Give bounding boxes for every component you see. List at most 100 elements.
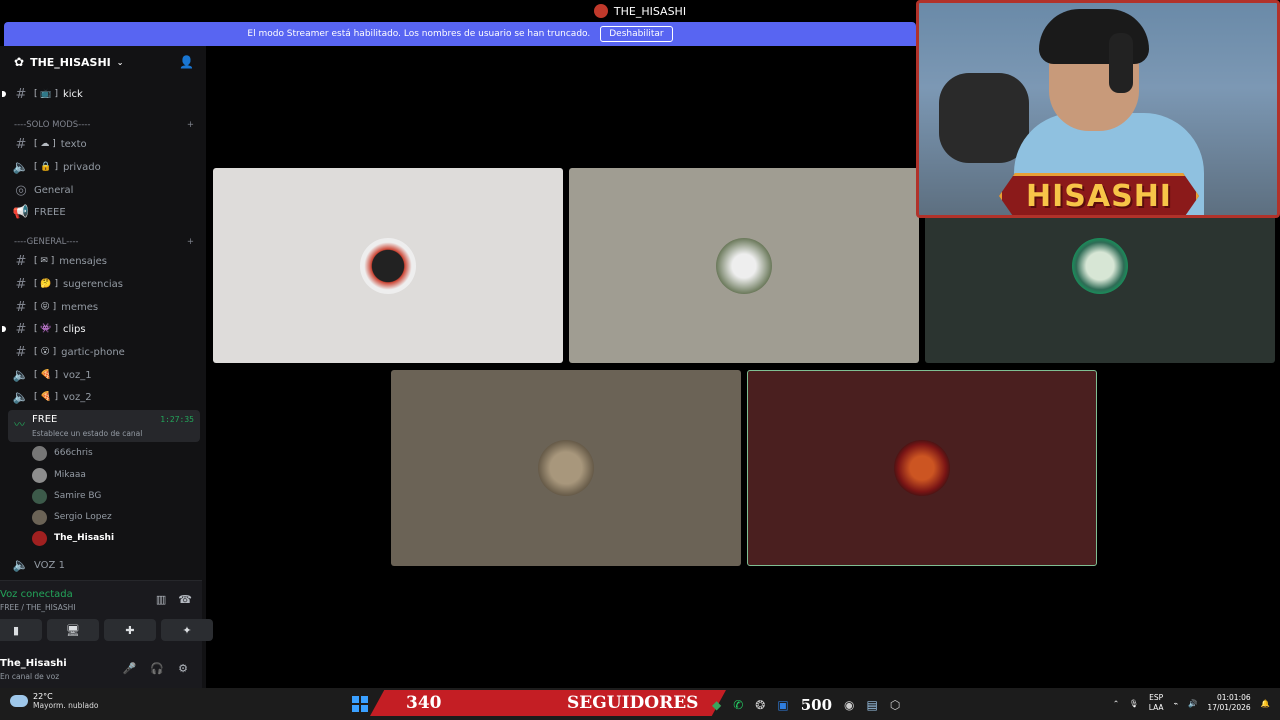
channel-label: voz_1 <box>62 369 92 381</box>
voice-connected-location: FREE / THE_HISASHI <box>0 603 76 612</box>
temperature: 22°C <box>33 692 53 701</box>
active-voice-channel[interactable]: 〰 FREE Establece un estado de canal 1:27… <box>8 410 200 442</box>
microphone-icon[interactable]: 🎤 <box>123 662 137 675</box>
clock-date: 17/01/2026 <box>1207 703 1251 712</box>
headset <box>1109 33 1133 93</box>
whatsapp-icon[interactable]: ✆ <box>733 698 743 712</box>
mic-tray-icon[interactable]: 🎙 <box>1129 699 1139 708</box>
participant-tile-speaking[interactable] <box>747 370 1097 566</box>
add-channel-icon[interactable]: + <box>187 237 194 247</box>
voice-user[interactable]: The_Hisashi <box>32 529 114 547</box>
channel-voz-2[interactable]: 🔈 [ 🍕 ] voz_2 <box>12 387 202 407</box>
channel-mensajes[interactable]: # [ ✉ ] mensajes <box>12 251 202 271</box>
channel-clips[interactable]: # [ 👾 ] clips <box>2 319 202 339</box>
avatar <box>32 445 47 461</box>
stage-icon: ◎ <box>15 182 27 198</box>
server-icon <box>593 4 608 18</box>
channel-status-prompt[interactable]: Establece un estado de canal <box>32 429 142 438</box>
soundboard-button[interactable]: ✦ <box>161 619 213 641</box>
user-panel: The_Hisashi En canal de voz 🎤 🎧 ⚙ <box>0 650 202 688</box>
participant-tile[interactable] <box>569 168 919 363</box>
category-solo-mods[interactable]: ----SOLO MODS---- + <box>14 120 194 130</box>
streamer-mode-message: El modo Streamer está habilitado. Los no… <box>247 29 591 39</box>
chatgpt-icon[interactable]: ❂ <box>755 698 765 712</box>
channel-general-voice[interactable]: ◎ General <box>12 180 202 200</box>
volume-icon[interactable]: 🔊 <box>1188 699 1197 708</box>
followers-count: 340 <box>406 693 442 713</box>
clock[interactable]: 01:01:06 17/01/2026 <box>1207 693 1250 713</box>
headphones-icon[interactable]: 🎧 <box>150 662 164 675</box>
add-channel-icon[interactable]: + <box>187 120 194 130</box>
channel-gartic-phone[interactable]: # [ 😮 ] gartic-phone <box>12 342 202 362</box>
channel-kick[interactable]: # [ 📺 ] kick <box>2 84 202 104</box>
channel-texto[interactable]: # [ ☁ ] texto <box>12 134 202 154</box>
voice-user[interactable]: Samire BG <box>32 487 101 505</box>
screen-share-icon: 🖥 <box>66 623 80 637</box>
outlook-icon[interactable]: ▣ <box>777 698 788 712</box>
camera-button[interactable]: ▮ <box>0 619 42 641</box>
chevron-up-icon[interactable]: ⌃ <box>1113 699 1119 708</box>
server-gear-icon: ✿ <box>14 55 25 69</box>
voice-user-name: The_Hisashi <box>54 533 115 543</box>
channel-label: voz_2 <box>62 391 92 403</box>
noise-suppression-icon[interactable]: ▥ <box>156 593 166 606</box>
channel-emoji: [ 😮 ] <box>34 347 57 357</box>
channel-label: FREEE <box>34 206 66 218</box>
voice-timer: 1:27:35 <box>160 415 194 424</box>
activities-button[interactable]: ✚ <box>104 619 156 641</box>
channel-memes[interactable]: # [ 😝 ] memes <box>12 297 202 317</box>
activities-icon: ✚ <box>125 623 135 637</box>
voice-user[interactable]: Mikaaa <box>32 466 86 484</box>
streamer-name-banner: HISASHI <box>999 173 1199 215</box>
avatar <box>360 237 416 294</box>
speaker-icon: 🔈 <box>12 159 30 175</box>
channel-emoji: [ 🍕 ] <box>34 370 58 380</box>
weather-widget[interactable]: 22°C Mayorm. nublado <box>10 692 98 710</box>
settings-gear-icon[interactable]: ⚙ <box>178 662 188 675</box>
channel-label: sugerencias <box>62 278 123 290</box>
channel-emoji: [ ✉ ] <box>34 256 55 266</box>
voice-user-name: Samire BG <box>54 491 102 501</box>
channel-privado[interactable]: 🔈 [ 🔒 ] privado <box>12 157 202 177</box>
invite-user-icon[interactable]: 👤 <box>179 55 194 69</box>
server-header[interactable]: ✿ THE_HISASHI ⌄ 👤 <box>0 46 206 78</box>
disable-streamer-mode-button[interactable]: Deshabilitar <box>600 26 673 42</box>
text-channel-icon: # <box>15 253 27 269</box>
webcam-overlay: HISASHI <box>916 0 1280 218</box>
channel-sugerencias[interactable]: # [ 🤔 ] sugerencias <box>12 274 202 294</box>
voice-connected-label: Voz conectada <box>0 589 73 600</box>
avatar <box>32 467 47 483</box>
channel-voz-1[interactable]: 🔈 [ 🍕 ] voz_1 <box>12 365 202 385</box>
voice-user-name: Mikaaa <box>54 470 86 480</box>
voice-wave-icon: 〰 <box>14 418 25 431</box>
speaker-icon: 🔈 <box>12 389 30 405</box>
obs-icon[interactable]: ◉ <box>844 698 854 712</box>
participant-tile[interactable] <box>213 168 563 363</box>
server-name: THE_HISASHI <box>30 55 111 69</box>
category-general[interactable]: ----GENERAL---- + <box>14 237 194 247</box>
channel-emoji: [ 👾 ] <box>34 324 58 334</box>
participant-tile[interactable] <box>391 370 741 566</box>
channel-label: mensajes <box>59 255 108 267</box>
notification-icon[interactable]: 🔔 <box>1261 699 1270 708</box>
discord-app-icon[interactable]: ⬡ <box>890 698 900 712</box>
unread-indicator <box>2 326 6 332</box>
voice-user[interactable]: 666chris <box>32 444 93 462</box>
language-indicator[interactable]: ESP LAA <box>1149 693 1164 713</box>
channel-sidebar: ✿ THE_HISASHI ⌄ 👤 # [ 📺 ] kick ----SOLO … <box>0 46 213 688</box>
voice-user[interactable]: Sergio Lopez <box>32 508 112 526</box>
disconnect-icon[interactable]: ☎ <box>178 593 192 606</box>
text-channel-icon: # <box>15 86 27 102</box>
windows-start-icon[interactable] <box>352 696 368 712</box>
current-user-name[interactable]: The_Hisashi <box>0 658 67 669</box>
channel-voz-1-upper[interactable]: 🔈 VOZ 1 <box>12 555 202 575</box>
app-icon[interactable]: ◆ <box>712 698 721 712</box>
channel-freee[interactable]: 📢 FREEE <box>12 202 202 222</box>
screen-share-button[interactable]: 🖥 <box>47 619 99 641</box>
avatar <box>894 440 950 496</box>
network-icon[interactable]: ⌁ <box>1174 699 1179 708</box>
chevron-down-icon: ⌄ <box>116 57 124 67</box>
channel-label: kick <box>62 88 83 100</box>
app-icon[interactable]: ▤ <box>867 698 878 712</box>
avatar <box>716 237 772 294</box>
